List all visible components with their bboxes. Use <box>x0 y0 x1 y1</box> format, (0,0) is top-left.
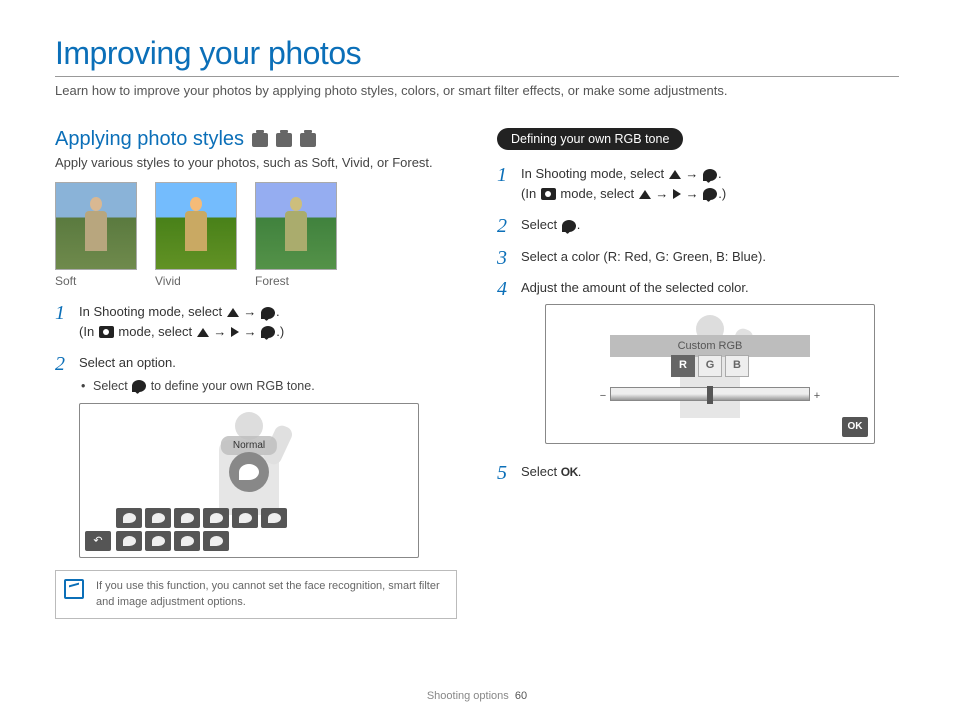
rgb-tabs: R G B <box>671 355 749 377</box>
left-steps: In Shooting mode, select → . (In mode, s… <box>55 302 457 558</box>
label-forest: Forest <box>255 274 337 288</box>
palette-icon <box>261 307 275 319</box>
step-1: In Shooting mode, select → . (In mode, s… <box>55 302 457 341</box>
thumb-vivid <box>155 182 237 270</box>
section-heading: Applying photo styles <box>55 128 457 151</box>
step-text: Select <box>521 464 561 479</box>
style-option[interactable] <box>203 531 229 551</box>
section-heading-text: Applying photo styles <box>55 128 244 151</box>
rgb-tab-r[interactable]: R <box>671 355 695 377</box>
section-description: Apply various styles to your photos, suc… <box>55 155 457 170</box>
step-5: Select OK. <box>497 462 899 482</box>
sub-heading-pill: Defining your own RGB tone <box>497 128 683 150</box>
rgb-tab-b[interactable]: B <box>725 355 749 377</box>
page-subtitle: Learn how to improve your photos by appl… <box>55 83 899 98</box>
palette-icon <box>132 380 146 392</box>
arrow-icon: → <box>686 184 699 204</box>
plus-icon: + <box>811 388 823 400</box>
page-footer: Shooting options 60 <box>0 690 954 702</box>
step-text: Select an option. <box>79 355 176 370</box>
chevron-right-icon <box>231 327 239 337</box>
style-option[interactable] <box>261 508 287 528</box>
camera-mode-icon <box>276 133 292 147</box>
footer-section: Shooting options <box>427 690 509 702</box>
left-column: Applying photo styles Apply various styl… <box>55 128 457 619</box>
arrow-icon: → <box>244 322 257 342</box>
page-number: 60 <box>515 690 527 702</box>
style-thumbnails <box>55 182 457 270</box>
thumb-forest <box>255 182 337 270</box>
step-text: Select <box>521 217 561 232</box>
style-option[interactable] <box>174 508 200 528</box>
camera-icon <box>99 326 114 338</box>
style-option[interactable] <box>145 508 171 528</box>
custom-rgb-screen: Custom RGB R G B − + OK <box>545 304 875 444</box>
arrow-icon: → <box>213 322 226 342</box>
back-button[interactable]: ↶ <box>85 531 111 551</box>
style-select-screen: Normal ↶ <box>79 403 419 558</box>
style-option[interactable] <box>174 531 200 551</box>
style-option[interactable] <box>116 531 142 551</box>
right-column: Defining your own RGB tone In Shooting m… <box>497 128 899 619</box>
page-title: Improving your photos <box>55 35 899 77</box>
step-text: In Shooting mode, select <box>79 304 226 319</box>
arrow-icon: → <box>655 184 668 204</box>
note-text: If you use this function, you cannot set… <box>96 580 440 607</box>
note-icon <box>64 579 84 599</box>
slider-thumb[interactable] <box>707 386 713 404</box>
rgb-slider[interactable]: − + <box>610 387 810 401</box>
style-option[interactable] <box>116 508 142 528</box>
step-text: Adjust the amount of the selected color. <box>521 280 749 295</box>
style-option[interactable] <box>145 531 171 551</box>
selected-style-icon[interactable] <box>229 452 269 492</box>
right-steps: In Shooting mode, select → . (In mode, s… <box>497 164 899 481</box>
bullet-text: to define your own RGB tone. <box>151 379 315 393</box>
info-note: If you use this function, you cannot set… <box>55 570 457 619</box>
chevron-right-icon <box>673 189 681 199</box>
up-icon <box>227 308 239 317</box>
thumbnail-labels: Soft Vivid Forest <box>55 274 457 288</box>
step-2: Select an option. Select to define your … <box>55 353 457 558</box>
step-text: (In <box>521 186 540 201</box>
bullet-text: Select <box>93 379 131 393</box>
step-text: (In <box>79 324 98 339</box>
style-option-grid <box>116 508 287 551</box>
step-text: In Shooting mode, select <box>521 166 668 181</box>
bullet-item: Select to define your own RGB tone. <box>93 377 457 396</box>
palette-rgb-icon <box>562 220 576 232</box>
arrow-icon: → <box>685 164 698 184</box>
camera-mode-icon <box>252 133 268 147</box>
step-text: mode, select <box>560 186 637 201</box>
label-soft: Soft <box>55 274 137 288</box>
minus-icon: − <box>597 388 609 400</box>
arrow-icon: → <box>243 302 256 322</box>
palette-icon <box>703 169 717 181</box>
label-vivid: Vivid <box>155 274 237 288</box>
rgb-tab-g[interactable]: G <box>698 355 722 377</box>
up-icon <box>669 170 681 179</box>
step-4: Adjust the amount of the selected color.… <box>497 278 899 444</box>
palette-icon <box>261 326 275 338</box>
step-text: mode, select <box>118 324 195 339</box>
ok-text-icon: OK <box>561 463 578 481</box>
step-3: Select a color (R: Red, G: Green, B: Blu… <box>497 247 899 267</box>
palette-icon <box>703 188 717 200</box>
step-text: . <box>578 464 582 479</box>
ok-button[interactable]: OK <box>842 417 868 437</box>
up-icon <box>639 190 651 199</box>
step-2: Select . <box>497 215 899 235</box>
style-option[interactable] <box>232 508 258 528</box>
video-mode-icon <box>300 133 316 147</box>
up-icon <box>197 328 209 337</box>
thumb-soft <box>55 182 137 270</box>
style-option[interactable] <box>203 508 229 528</box>
camera-icon <box>541 188 556 200</box>
step-1: In Shooting mode, select → . (In mode, s… <box>497 164 899 203</box>
